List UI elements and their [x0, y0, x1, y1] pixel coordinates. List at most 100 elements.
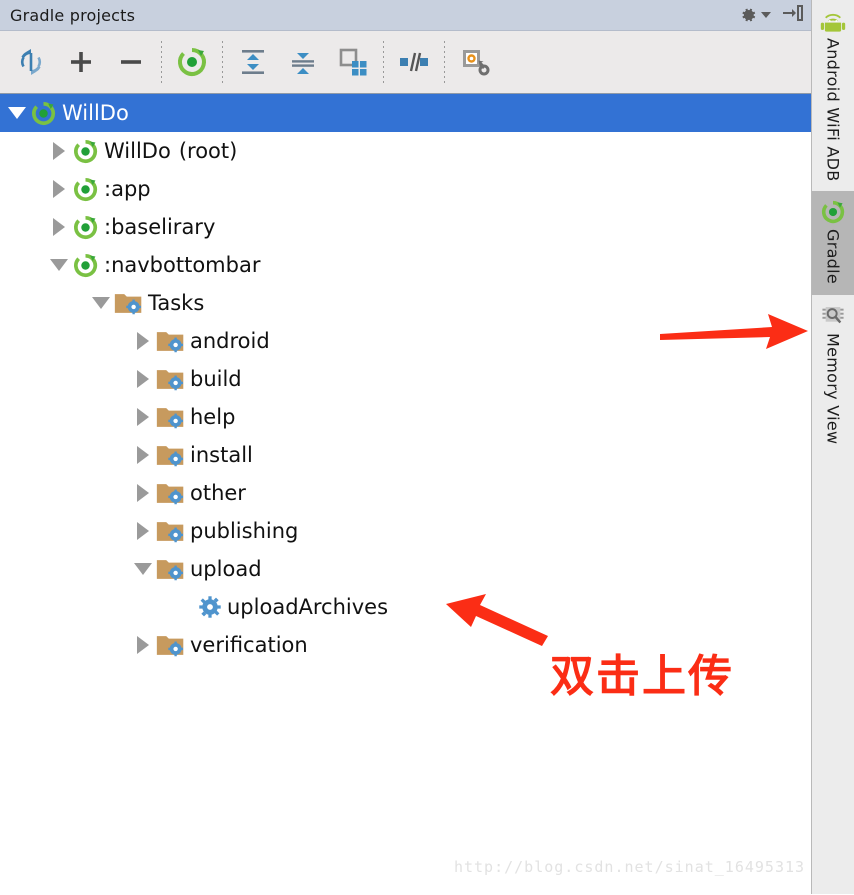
- tree-row-label: build: [190, 367, 242, 391]
- chevron-down-icon[interactable]: [130, 563, 156, 575]
- chevron-down-icon[interactable]: [46, 259, 72, 271]
- task-folder-icon: [156, 518, 185, 545]
- plus-icon: [71, 52, 91, 72]
- chevron-right-icon[interactable]: [130, 408, 156, 426]
- chevron-right-icon[interactable]: [46, 180, 72, 198]
- tree-row[interactable]: upload: [0, 550, 811, 588]
- tree-row-label: :navbottombar: [104, 253, 261, 277]
- chevron-right-icon[interactable]: [130, 370, 156, 388]
- gradle-settings-button[interactable]: [450, 36, 500, 88]
- tool-strip-tab-gradle[interactable]: Gradle: [812, 191, 854, 295]
- refresh-sync-icon: [21, 49, 41, 75]
- tool-strip-tab-memory-view[interactable]: Memory View: [812, 295, 854, 454]
- expand-all-button[interactable]: [228, 36, 278, 88]
- toolbar-separator: [383, 41, 384, 83]
- watermark: http://blog.csdn.net/sinat_16495313: [453, 858, 806, 876]
- annotation-note: 双击上传: [550, 651, 734, 702]
- chevron-right-icon[interactable]: [130, 522, 156, 540]
- group-modules-button[interactable]: [328, 36, 378, 88]
- gradle-tool-window: Gradle projects WillDo WillDo (root):ap…: [0, 0, 854, 895]
- tree-row-label: :app: [104, 177, 151, 201]
- task-folder-icon: [156, 442, 185, 469]
- gradle-panel: Gradle projects WillDo WillDo (root):ap…: [0, 0, 812, 895]
- right-tool-strip: Android WiFi ADB Gradle Memory View: [811, 0, 854, 894]
- tool-strip-tab-label: Android WiFi ADB: [823, 38, 843, 182]
- page-title: Gradle projects: [10, 5, 136, 25]
- chevron-right-icon[interactable]: [130, 636, 156, 654]
- tree-row-label: verification: [190, 633, 308, 657]
- header-actions: [738, 3, 811, 27]
- tree-row-label: WillDo: [62, 101, 129, 125]
- android-wifi-icon: [820, 8, 846, 34]
- execute-task-button[interactable]: [167, 36, 217, 88]
- tree-row[interactable]: build: [0, 360, 811, 398]
- hide-panel-icon: [783, 5, 804, 21]
- tree-row-suffix: (root): [178, 139, 238, 163]
- tree-row[interactable]: :baselirary: [0, 208, 811, 246]
- settings-button[interactable]: [738, 5, 772, 25]
- add-button[interactable]: [56, 36, 106, 88]
- tool-strip-tab-android-wifi-adb[interactable]: Android WiFi ADB: [812, 0, 854, 191]
- gradle-task-gear-icon: [198, 595, 222, 619]
- tree-row-label: publishing: [190, 519, 299, 543]
- toggle-offline-button[interactable]: [389, 36, 439, 88]
- tree-row[interactable]: :app: [0, 170, 811, 208]
- chevron-right-icon[interactable]: [130, 332, 156, 350]
- tree-row-label: uploadArchives: [227, 595, 389, 619]
- collapse-all-button[interactable]: [278, 36, 328, 88]
- tree-row-label: other: [190, 481, 246, 505]
- gradle-project-icon: [30, 100, 57, 127]
- chevron-down-icon: [761, 12, 772, 18]
- tree-row[interactable]: other: [0, 474, 811, 512]
- chevron-down-icon[interactable]: [88, 297, 114, 309]
- chevron-down-icon[interactable]: [4, 107, 30, 119]
- task-folder-icon: [156, 404, 185, 431]
- tree-row[interactable]: publishing: [0, 512, 811, 550]
- remove-button[interactable]: [106, 36, 156, 88]
- gradle-toolbar: [0, 31, 812, 94]
- chevron-right-icon[interactable]: [130, 446, 156, 464]
- minus-icon: [121, 60, 141, 64]
- gradle-module-icon: [72, 138, 99, 165]
- task-folder-icon: [156, 328, 185, 355]
- gradle-project-tree[interactable]: WillDo WillDo (root) :app :baselirary :navbot…: [0, 94, 812, 895]
- group-modules-icon: [339, 48, 367, 76]
- tree-row[interactable]: :navbottombar: [0, 246, 811, 284]
- gradle-module-icon: [72, 176, 99, 203]
- tree-row[interactable]: WillDo (root): [0, 132, 811, 170]
- panel-header: Gradle projects: [0, 0, 812, 31]
- hide-panel-button[interactable]: [781, 3, 804, 27]
- tree-row[interactable]: WillDo: [0, 94, 812, 132]
- memory-view-icon: [820, 303, 846, 329]
- refresh-button[interactable]: [6, 36, 56, 88]
- tree-row[interactable]: install: [0, 436, 811, 474]
- toggle-offline-icon: [400, 52, 428, 72]
- task-folder-icon: [156, 480, 185, 507]
- gradle-module-icon: [72, 214, 99, 241]
- tree-row[interactable]: help: [0, 398, 811, 436]
- gradle-module-icon: [820, 199, 846, 225]
- task-folder-icon: [156, 632, 185, 659]
- tree-row-label: install: [190, 443, 253, 467]
- gear-icon: [742, 8, 756, 22]
- red-arrow-right-icon: [660, 314, 808, 349]
- toolbar-separator: [161, 41, 162, 83]
- tree-row-label: help: [190, 405, 236, 429]
- gradle-settings-icon: [463, 50, 490, 76]
- chevron-right-icon[interactable]: [46, 218, 72, 236]
- tree-row-label: upload: [190, 557, 262, 581]
- chevron-right-icon[interactable]: [130, 484, 156, 502]
- expand-all-icon: [242, 50, 264, 74]
- task-folder-icon: [156, 556, 185, 583]
- tree-row[interactable]: uploadArchives: [0, 588, 811, 626]
- tree-row-label: :baselirary: [104, 215, 216, 239]
- toolbar-separator: [222, 41, 223, 83]
- tool-strip-tab-label: Memory View: [823, 332, 843, 444]
- chevron-right-icon[interactable]: [46, 142, 72, 160]
- tool-strip-tab-label: Gradle: [823, 229, 843, 285]
- tree-row-label: Tasks: [148, 291, 205, 315]
- task-folder-icon: [156, 366, 185, 393]
- tree-row-label: android: [190, 329, 270, 353]
- collapse-all-icon: [292, 53, 314, 74]
- task-folder-icon: [114, 290, 143, 317]
